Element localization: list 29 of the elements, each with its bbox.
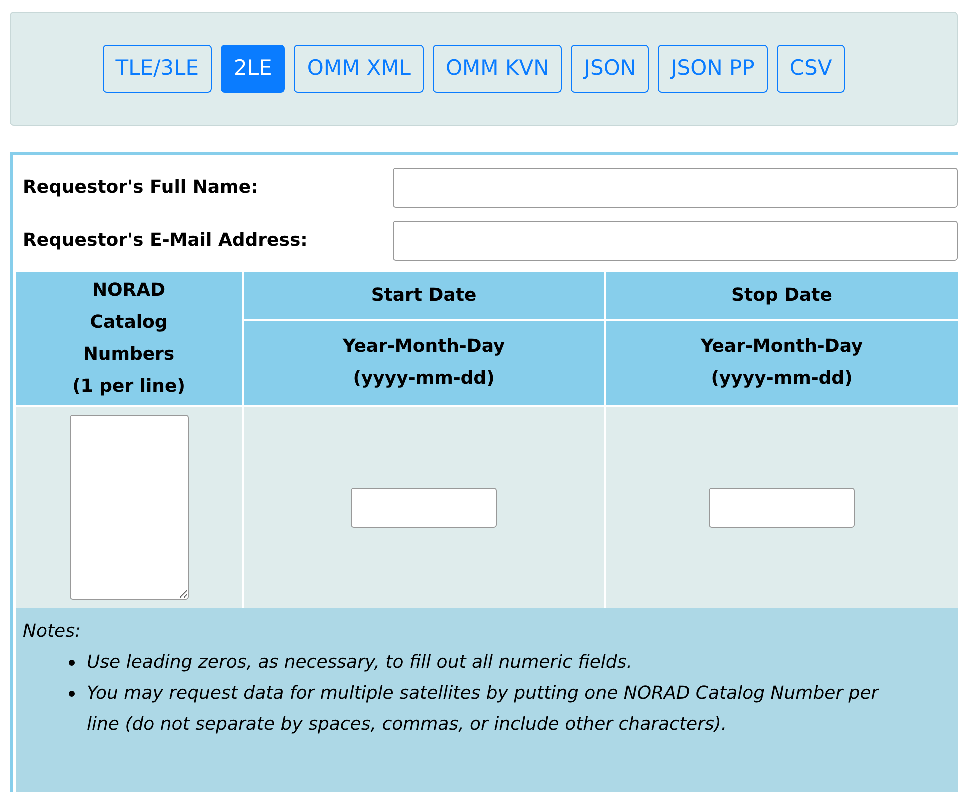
bullet-icon [69,660,75,666]
header-text: NORAD [91,278,167,302]
column-header: Stop Date [606,272,958,319]
date-input[interactable] [709,488,855,528]
header-text: (yyyy-mm-dd) [710,367,854,391]
date-input[interactable] [351,488,497,528]
header-text: Year-Month-Day [700,335,864,359]
notes-title: Notes: [23,620,82,644]
format-tab[interactable]: CSV [776,45,846,93]
note-text: Use leading zeros, as necessary, to fill out all numeric fields. [87,651,632,675]
format-tab[interactable]: 2LE [221,45,286,93]
format-tab[interactable]: TLE/3LE [102,45,212,93]
format-tab[interactable]: JSON [571,45,650,93]
header-text: (yyyy-mm-dd) [352,367,496,391]
header-text: (1 per line) [72,374,186,398]
text-input[interactable] [393,220,958,260]
format-tab[interactable]: OMM KVN [433,45,562,93]
header-text: Year-Month-Day [342,335,506,359]
bullet-icon [69,691,75,697]
format-tab[interactable]: JSON PP [658,45,768,93]
header-text: Numbers [82,342,176,366]
note-text: You may request data for multiple satellites by putting one NORAD Catalog Number per line (do not separate by spaces, commas, or include other characters). [87,682,880,737]
column-header: Start Date [244,272,604,319]
text-input[interactable] [393,168,958,208]
field-label: Requestor's Full Name: [23,176,260,200]
field-label: Requestor's E-Mail Address: [23,229,309,253]
catalog-textarea[interactable] [70,415,188,600]
header-text: Catalog [89,310,169,334]
format-tab[interactable]: OMM XML [294,45,424,93]
